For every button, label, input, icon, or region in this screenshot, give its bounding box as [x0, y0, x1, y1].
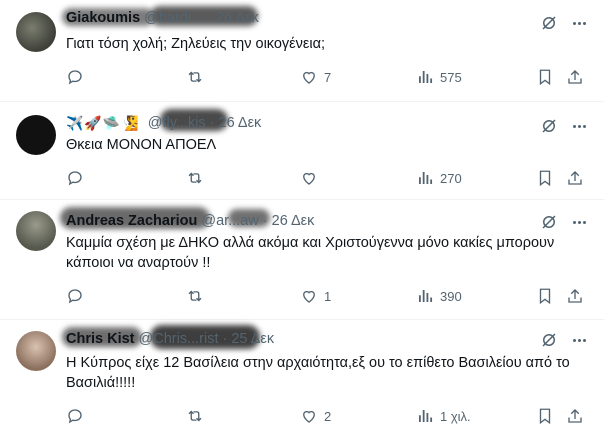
views-icon: [419, 71, 433, 83]
tweet-actions: 270: [66, 167, 586, 189]
avatar[interactable]: [16, 12, 56, 52]
like-icon: [303, 172, 315, 185]
tweet-actions: 2 1 χιλ.: [66, 405, 586, 427]
more-icon[interactable]: [568, 117, 590, 135]
tweet[interactable]: Giakoumis @hardi... · 26 Δεκ Γιατι τόση …: [0, 0, 604, 102]
timestamp[interactable]: 26 Δεκ: [272, 213, 315, 229]
tweet-actions: 1 390: [66, 285, 586, 307]
grok-icon[interactable]: [540, 213, 558, 231]
reply-button[interactable]: [66, 405, 90, 427]
more-icon[interactable]: [568, 213, 590, 231]
separator-dot: ·: [209, 115, 215, 131]
user-handle[interactable]: @ar...aw: [201, 213, 258, 229]
like-count: 7: [324, 69, 332, 85]
like-icon: [303, 410, 315, 423]
share-button[interactable]: [566, 66, 584, 88]
avatar[interactable]: [16, 331, 56, 371]
display-name[interactable]: Giakoumis: [66, 10, 140, 26]
bookmark-icon: [539, 170, 551, 187]
separator-dot: ·: [207, 10, 213, 26]
share-button[interactable]: [566, 167, 584, 189]
share-icon: [568, 171, 582, 185]
views-icon: [419, 172, 433, 184]
views-button[interactable]: 575: [416, 66, 462, 88]
retweet-icon: [188, 290, 202, 302]
tweet-actions: 7 575: [66, 66, 586, 88]
bookmark-button[interactable]: [536, 66, 554, 88]
share-icon: [568, 289, 582, 303]
more-icon[interactable]: [568, 14, 590, 32]
views-button[interactable]: 270: [416, 167, 462, 189]
tweet[interactable]: Andreas Zachariou @ar...aw · 26 Δεκ Καμμ…: [0, 201, 604, 320]
tweet-text: Η Κύπρος είχε 12 Βασίλεια στην αρχαιότητ…: [66, 355, 570, 391]
views-count: 575: [440, 69, 462, 85]
timestamp[interactable]: 26 Δεκ: [216, 10, 259, 26]
views-count: 390: [440, 288, 462, 304]
like-button[interactable]: [300, 167, 324, 189]
reply-button[interactable]: [66, 66, 90, 88]
bookmark-icon: [539, 408, 551, 425]
bookmark-icon: [539, 288, 551, 305]
retweet-icon: [188, 71, 202, 83]
like-button[interactable]: 1: [300, 285, 331, 307]
reply-button[interactable]: [66, 167, 90, 189]
more-icon[interactable]: [568, 331, 590, 349]
views-button[interactable]: 390: [416, 285, 462, 307]
share-button[interactable]: [566, 285, 584, 307]
user-handle[interactable]: @Chris...rist: [139, 331, 219, 347]
views-icon: [419, 410, 433, 422]
views-count: 1 χιλ.: [440, 408, 471, 424]
display-name[interactable]: Chris Kist: [66, 331, 135, 347]
share-icon: [568, 409, 582, 423]
separator-dot: ·: [222, 331, 228, 347]
grok-icon[interactable]: [540, 331, 558, 349]
reply-icon: [68, 70, 82, 85]
bookmark-icon: [539, 69, 551, 86]
bookmark-button[interactable]: [536, 167, 554, 189]
user-handle[interactable]: @hardi...: [144, 10, 203, 26]
reply-icon: [68, 409, 82, 424]
reply-button[interactable]: [66, 285, 90, 307]
reply-icon: [68, 171, 82, 186]
retweet-icon: [188, 410, 202, 422]
separator-dot: ·: [262, 213, 268, 229]
tweet-text: Καμμία σχέση με ΔΗΚΟ αλλά ακόμα και Χρισ…: [66, 235, 555, 271]
grok-icon[interactable]: [540, 117, 558, 135]
tweet[interactable]: Chris Kist @Chris...rist · 25 Δεκ Η Κύπρ…: [0, 321, 604, 439]
timestamp[interactable]: 25 Δεκ: [231, 331, 274, 347]
share-icon: [568, 70, 582, 84]
retweet-icon: [188, 172, 202, 184]
user-handle[interactable]: @fly...kis: [148, 115, 206, 131]
tweet-text: Γιατι τόση χολή; Ζηλεύεις την οικογένεια…: [66, 36, 325, 52]
tweet-header: ✈️🚀🛸🧏 @fly...kis · 26 Δεκ: [66, 113, 261, 133]
retweet-button[interactable]: [186, 66, 210, 88]
display-name-emojis[interactable]: ✈️🚀🛸🧏: [66, 115, 140, 132]
tweet[interactable]: ✈️🚀🛸🧏 @fly...kis · 26 Δεκ Θκεια ΜΟΝΟΝ ΑΠ…: [0, 103, 604, 200]
bookmark-button[interactable]: [536, 285, 554, 307]
tweet-header: Andreas Zachariou @ar...aw · 26 Δεκ: [66, 211, 314, 231]
retweet-button[interactable]: [186, 405, 210, 427]
tweet-text: Θκεια ΜΟΝΟΝ ΑΠΟΕΛ: [66, 137, 217, 153]
like-button[interactable]: 7: [300, 66, 331, 88]
like-button[interactable]: 2: [300, 405, 331, 427]
share-button[interactable]: [566, 405, 584, 427]
like-icon: [303, 290, 315, 303]
tweet-header: Giakoumis @hardi... · 26 Δεκ: [66, 8, 259, 28]
retweet-button[interactable]: [186, 167, 210, 189]
like-count: 2: [324, 408, 332, 424]
like-count: 1: [324, 288, 332, 304]
reply-icon: [68, 289, 82, 304]
bookmark-button[interactable]: [536, 405, 554, 427]
avatar[interactable]: [16, 211, 56, 251]
tweet-header: Chris Kist @Chris...rist · 25 Δεκ: [66, 329, 274, 349]
views-button[interactable]: 1 χιλ.: [416, 405, 471, 427]
avatar[interactable]: [16, 115, 56, 155]
views-count: 270: [440, 170, 462, 186]
like-icon: [303, 71, 315, 84]
retweet-button[interactable]: [186, 285, 210, 307]
views-icon: [419, 290, 433, 302]
timestamp[interactable]: 26 Δεκ: [219, 115, 262, 131]
display-name[interactable]: Andreas Zachariou: [66, 213, 197, 229]
grok-icon[interactable]: [540, 14, 558, 32]
